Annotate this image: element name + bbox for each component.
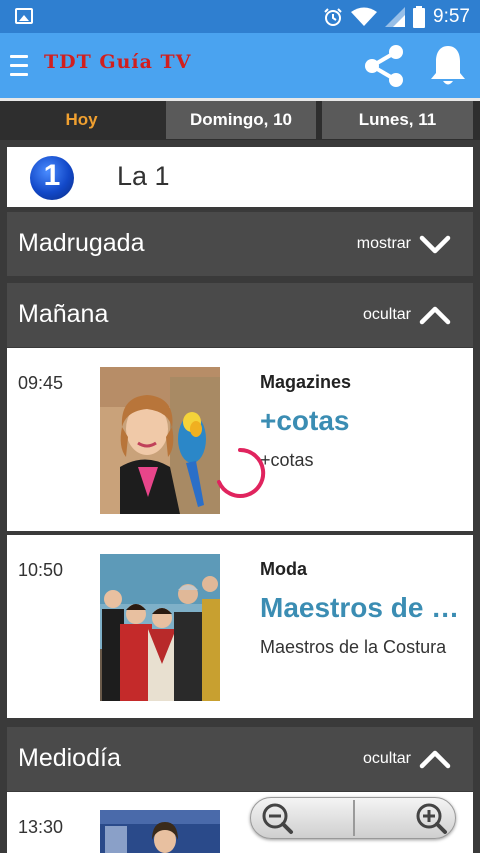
section-toggle-text[interactable]: mostrar (357, 235, 411, 253)
program-title[interactable]: +cotas (260, 405, 465, 437)
alarm-icon (324, 8, 342, 26)
app-title: TDT Guía TV (44, 51, 192, 73)
status-icons: 9:57 (323, 5, 470, 29)
section-label: Mediodía (18, 744, 121, 772)
channel-logo: 1 (30, 156, 74, 200)
share-icon[interactable] (360, 42, 408, 90)
program-thumbnail (100, 810, 220, 853)
image-icon (15, 8, 33, 24)
program-item[interactable]: 10:50 Moda Maestros de la Costura Maestr… (7, 535, 473, 718)
signal-icon (385, 7, 406, 27)
program-title[interactable]: Maestros de la Costura (260, 592, 465, 624)
section-manana[interactable]: Mañana ocultar (7, 283, 473, 347)
channel-name: La 1 (117, 161, 170, 191)
section-label: Madrugada (18, 229, 145, 257)
program-genre: Magazines (260, 372, 352, 392)
bell-icon[interactable] (428, 43, 468, 87)
program-thumbnail (100, 554, 220, 701)
zoom-controls (250, 797, 456, 839)
tab-hoy[interactable]: Hoy (0, 101, 163, 139)
section-toggle-text[interactable]: ocultar (363, 750, 411, 768)
menu-icon[interactable] (10, 55, 28, 77)
clock: 9:57 (433, 6, 470, 27)
status-bar: 9:57 (0, 0, 480, 33)
tab-lunes[interactable]: Lunes, 11 (322, 101, 473, 139)
chevron-up-icon[interactable] (419, 301, 451, 329)
app-bar: TDT Guía TV (0, 33, 480, 98)
section-toggle-text[interactable]: ocultar (363, 306, 411, 324)
battery-icon (413, 6, 426, 28)
program-genre: Moda (260, 559, 307, 579)
tab-domingo[interactable]: Domingo, 10 (166, 101, 316, 139)
program-time: 09:45 (18, 373, 64, 393)
chevron-down-icon[interactable] (419, 230, 451, 258)
loading-spinner-icon (217, 447, 266, 498)
day-tabs: Hoy Domingo, 10 Lunes, 11 (0, 101, 480, 140)
section-mediodia[interactable]: Mediodía ocultar (7, 727, 473, 791)
program-subtitle: Maestros de la Costura (260, 637, 447, 657)
program-time: 10:50 (18, 560, 64, 580)
chevron-up-icon[interactable] (419, 745, 451, 773)
channel-header: 1 La 1 (7, 147, 473, 207)
section-madrugada[interactable]: Madrugada mostrar (7, 212, 473, 276)
program-subtitle: +cotas (260, 450, 314, 470)
zoom-in-icon[interactable] (355, 800, 455, 836)
zoom-out-icon[interactable] (251, 800, 351, 836)
program-thumbnail (100, 367, 220, 514)
section-label: Mañana (18, 300, 109, 328)
wifi-icon (351, 7, 378, 26)
program-time: 13:30 (18, 817, 64, 837)
program-item[interactable]: 09:45 Magazines +cotas +cotas (7, 348, 473, 531)
